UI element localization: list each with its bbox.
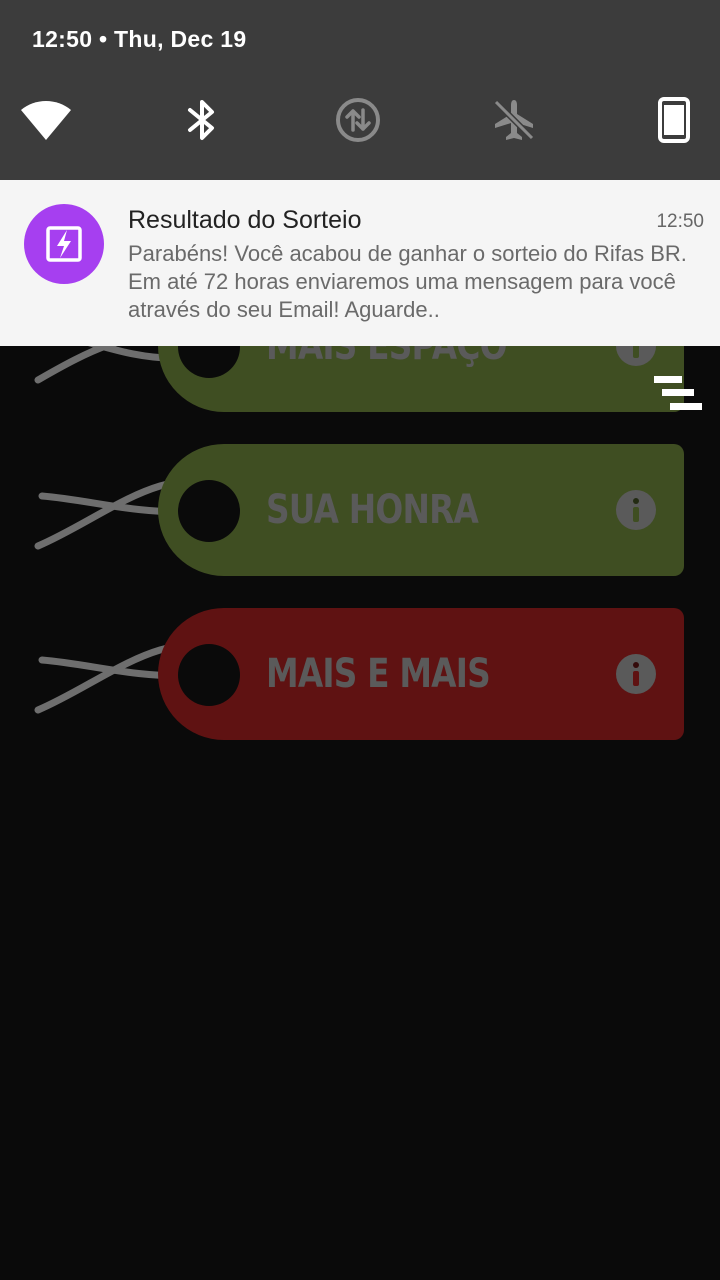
tag-mais-e-mais[interactable]: MAIS E MAIS bbox=[158, 608, 684, 740]
data-transfer-icon[interactable] bbox=[334, 96, 382, 144]
device-rotation-icon[interactable] bbox=[650, 96, 698, 144]
menu-icon-bar bbox=[654, 376, 682, 383]
info-icon[interactable] bbox=[616, 654, 656, 694]
menu-icon-bar bbox=[662, 389, 694, 396]
notification-card[interactable]: Resultado do Sorteio 12:50 Parabéns! Voc… bbox=[0, 180, 720, 346]
info-icon-stem bbox=[633, 507, 639, 522]
bluetooth-icon[interactable] bbox=[178, 96, 226, 144]
info-icon[interactable] bbox=[616, 490, 656, 530]
status-datetime: 12:50 • Thu, Dec 19 bbox=[32, 26, 247, 52]
notification-time: 12:50 bbox=[656, 211, 704, 232]
phone-screen: MAIS ESPAÇO SUA HONRA MAIS E MAIS 12:50 bbox=[0, 0, 720, 1280]
info-icon-stem bbox=[633, 671, 639, 686]
airplane-mode-icon[interactable] bbox=[490, 96, 538, 144]
tag-label: SUA HONRA bbox=[266, 487, 479, 533]
menu-icon-bar bbox=[670, 403, 702, 410]
notification-title: Resultado do Sorteio bbox=[128, 206, 362, 234]
notification-body: Parabéns! Você acabou de ganhar o sortei… bbox=[128, 241, 687, 322]
lightning-ticket-icon bbox=[24, 204, 104, 284]
menu-icon[interactable] bbox=[654, 376, 702, 412]
lightning-ticket-icon bbox=[46, 226, 82, 262]
tag-label: MAIS E MAIS bbox=[266, 651, 491, 697]
notification-shade: 12:50 • Thu, Dec 19 bbox=[0, 0, 720, 180]
tag-sua-honra[interactable]: SUA HONRA bbox=[158, 444, 684, 576]
tag-hole bbox=[178, 644, 240, 706]
tag-hole bbox=[178, 480, 240, 542]
wifi-icon[interactable] bbox=[20, 96, 72, 144]
